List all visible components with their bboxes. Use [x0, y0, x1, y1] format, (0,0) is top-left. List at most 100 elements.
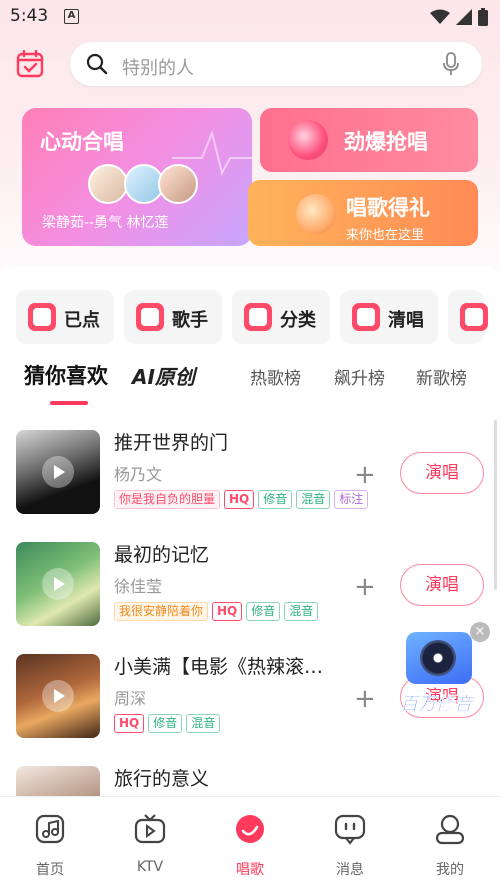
nav-label: 消息 — [336, 862, 364, 878]
gift-icon — [296, 194, 336, 234]
tab-new[interactable]: 新歌榜 — [416, 364, 467, 389]
tune-tag: 修音 — [246, 602, 281, 621]
gift-subtitle: 来你也在这里 — [346, 228, 425, 243]
search-placeholder: 特别的人 — [122, 58, 194, 79]
sing-button[interactable]: 演唱 — [400, 452, 484, 494]
home-icon — [35, 814, 65, 844]
ktv-icon — [134, 814, 166, 844]
rush-banner[interactable]: 劲爆抢唱 — [260, 108, 478, 172]
ad-label: 百万修音 — [400, 694, 472, 715]
rush-title: 劲爆抢唱 — [344, 130, 428, 154]
lyric-tag: 你是我自负的胆量 — [114, 490, 221, 509]
category-acapella[interactable]: 清唱 — [340, 290, 438, 344]
tune-tag: 修音 — [148, 714, 183, 733]
category-label: 歌手 — [172, 310, 208, 331]
song-title: 推开世界的门 — [114, 432, 229, 454]
avatar — [88, 164, 128, 204]
category-row: 已点 歌手 分类 清唱 — [16, 290, 488, 344]
category-label: 清唱 — [388, 310, 424, 331]
mark-tag: 标注 — [334, 490, 369, 509]
mix-tag: 混音 — [296, 490, 331, 509]
gift-title: 唱歌得礼 — [346, 196, 430, 220]
search-bar[interactable]: 特别的人 — [70, 42, 482, 86]
nav-messages[interactable]: 消息 — [310, 813, 390, 879]
song-artist: 周深 — [114, 689, 147, 708]
mix-tag: 混音 — [186, 714, 221, 733]
nav-home[interactable]: 首页 — [10, 813, 90, 879]
status-bar: 5:43 A — [0, 0, 500, 34]
nav-label: 首页 — [36, 862, 64, 878]
nav-label: KTV — [136, 859, 164, 875]
song-tags: 你是我自负的胆量 HQ 修音 混音 标注 — [114, 490, 369, 509]
play-icon — [42, 680, 74, 712]
gift-banner[interactable]: 唱歌得礼 来你也在这里 — [248, 180, 478, 246]
play-icon — [42, 568, 74, 600]
category-ordered[interactable]: 已点 — [16, 290, 114, 344]
wifi-icon — [430, 9, 450, 24]
search-icon — [86, 53, 108, 75]
category-more[interactable] — [448, 290, 488, 344]
duet-subtitle: 梁静茹--勇气 林忆莲 — [42, 215, 169, 231]
scrollbar[interactable] — [494, 420, 497, 590]
mic-ball-icon — [288, 120, 328, 160]
add-song-button[interactable]: + — [354, 684, 376, 714]
add-song-button[interactable]: + — [354, 572, 376, 602]
mic-icon — [352, 303, 380, 331]
song-cover[interactable] — [16, 654, 100, 738]
signal-icon — [456, 9, 472, 25]
system-icons — [430, 8, 488, 26]
tab-rising[interactable]: 飙升榜 — [334, 364, 385, 389]
tune-tag: 修音 — [258, 490, 293, 509]
song-title: 旅行的意义 — [114, 768, 210, 790]
category-label: 分类 — [280, 310, 316, 331]
song-tags: HQ 修音 混音 — [114, 714, 221, 733]
nav-profile[interactable]: 我的 — [410, 813, 490, 879]
floating-ad[interactable]: 百万修音 × — [398, 622, 492, 720]
nav-label: 唱歌 — [236, 862, 264, 878]
turntable-icon — [406, 632, 472, 684]
microphone-icon[interactable] — [442, 52, 460, 76]
tab-ai-original[interactable]: AI原创 — [132, 361, 195, 390]
song-artist: 杨乃文 — [114, 465, 163, 484]
song-tags: 我很安静陪着你 HQ 修音 混音 — [114, 602, 319, 621]
category-singer[interactable]: 歌手 — [124, 290, 222, 344]
song-cover[interactable] — [16, 430, 100, 514]
tab-bar: 猜你喜欢 AI原创 热歌榜 飙升榜 新歌榜 — [24, 360, 500, 410]
message-icon — [334, 814, 366, 845]
duet-title: 心动合唱 — [40, 130, 124, 154]
hq-tag: HQ — [224, 490, 255, 509]
calendar-icon[interactable] — [16, 50, 44, 78]
play-icon — [42, 456, 74, 488]
tab-recommend[interactable]: 猜你喜欢 — [24, 360, 108, 390]
duet-banner[interactable]: 心动合唱 梁静茹--勇气 林忆莲 — [22, 108, 252, 246]
more-category-icon — [460, 303, 488, 331]
notification-a-icon: A — [64, 9, 79, 24]
song-cover[interactable] — [16, 542, 100, 626]
profile-icon — [435, 814, 465, 845]
song-title: 最初的记忆 — [114, 544, 210, 566]
category-genre[interactable]: 分类 — [232, 290, 330, 344]
song-title: 小美满【电影《热辣滚… — [114, 656, 324, 678]
hq-tag: HQ — [114, 714, 145, 733]
battery-icon — [478, 8, 488, 26]
music-note-icon — [28, 303, 56, 331]
sing-button[interactable]: 演唱 — [400, 564, 484, 606]
grid-icon — [136, 303, 164, 331]
add-song-button[interactable]: + — [354, 460, 376, 490]
status-time: 5:43 — [10, 6, 49, 26]
list-item[interactable]: 最初的记忆 徐佳莹 我很安静陪着你 HQ 修音 混音 + 演唱 — [16, 542, 500, 632]
nav-sing[interactable]: 唱歌 — [210, 813, 290, 879]
nav-label: 我的 — [436, 862, 464, 878]
sing-icon — [236, 815, 264, 843]
bottom-nav: 首页 KTV 唱歌 消息 我的 — [0, 796, 500, 888]
category-icon — [244, 303, 272, 331]
tab-indicator — [50, 401, 88, 405]
avatar — [158, 164, 198, 204]
mix-tag: 混音 — [284, 602, 319, 621]
tab-hot[interactable]: 热歌榜 — [250, 364, 301, 389]
close-ad-button[interactable]: × — [470, 622, 490, 642]
category-label: 已点 — [64, 310, 100, 331]
hq-tag: HQ — [212, 602, 243, 621]
nav-ktv[interactable]: KTV — [110, 813, 190, 875]
list-item[interactable]: 推开世界的门 杨乃文 你是我自负的胆量 HQ 修音 混音 标注 + 演唱 — [16, 430, 500, 520]
